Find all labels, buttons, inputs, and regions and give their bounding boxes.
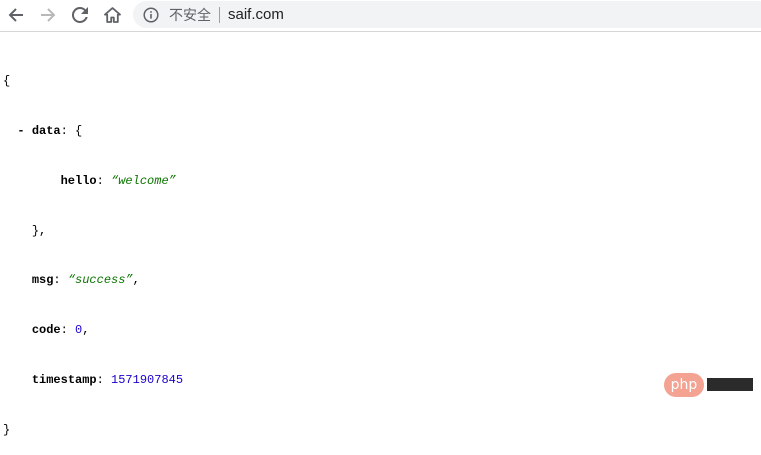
json-colon: : <box>96 173 104 188</box>
json-line-data-close: }, <box>3 223 183 240</box>
json-data-open-brace: { <box>75 123 83 138</box>
php-watermark-logo: php <box>664 373 704 397</box>
collapse-toggle[interactable]: - <box>17 124 24 138</box>
json-key-code: code <box>31 323 61 338</box>
reload-icon <box>72 7 88 23</box>
json-key-timestamp: timestamp <box>31 372 97 387</box>
json-value-timestamp: 1571907845 <box>111 372 184 387</box>
address-bar[interactable]: 不安全 saif.com <box>133 1 761 28</box>
security-status-label[interactable]: 不安全 <box>169 5 211 25</box>
json-comma: , <box>82 323 90 338</box>
home-button[interactable] <box>98 2 126 28</box>
browser-toolbar: 不安全 saif.com <box>0 0 761 32</box>
info-icon[interactable] <box>143 6 159 23</box>
json-colon: : <box>60 123 68 138</box>
json-line-data: - data: { <box>3 123 183 140</box>
forward-arrow-icon <box>41 8 56 22</box>
home-icon <box>103 7 121 23</box>
json-close-brace: } <box>3 422 11 437</box>
json-comma: , <box>132 273 140 288</box>
json-line-close: } <box>3 422 183 439</box>
forward-button[interactable] <box>34 2 62 28</box>
json-colon: : <box>60 323 68 338</box>
watermark-redaction-bar <box>707 378 753 391</box>
json-open-brace: { <box>3 74 11 89</box>
url-divider <box>219 6 220 23</box>
url-text[interactable]: saif.com <box>228 6 284 23</box>
json-key-data: data <box>31 123 61 138</box>
json-key-msg: msg <box>31 273 54 288</box>
reload-button[interactable] <box>66 2 94 28</box>
json-viewer: { - data: { hello: “welcome” }, msg: “su… <box>3 40 183 455</box>
json-line-open: { <box>3 73 183 90</box>
json-value-msg: “success” <box>67 273 133 288</box>
json-key-hello: hello <box>60 173 97 188</box>
json-line-msg: msg: “success”, <box>3 272 183 289</box>
json-line-hello: hello: “welcome” <box>3 173 183 190</box>
json-colon: : <box>96 372 104 387</box>
json-colon: : <box>53 273 61 288</box>
json-line-timestamp: timestamp: 1571907845 <box>3 372 183 389</box>
back-button[interactable] <box>2 2 30 28</box>
json-data-close-brace: }, <box>31 223 47 238</box>
json-line-code: code: 0, <box>3 322 183 339</box>
json-value-hello: “welcome” <box>111 173 176 188</box>
back-arrow-icon <box>8 8 23 22</box>
